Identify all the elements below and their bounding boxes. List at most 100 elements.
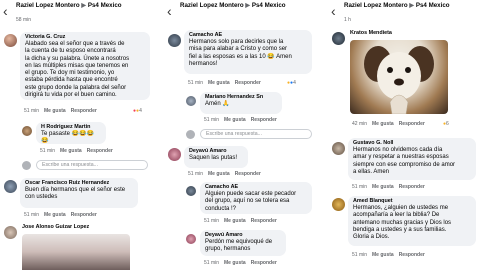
reply-button[interactable]: Responder	[251, 218, 277, 224]
comment-text: Amén 🙏	[205, 101, 230, 107]
avatar[interactable]	[168, 148, 181, 161]
avatar[interactable]	[332, 142, 345, 155]
avatar[interactable]	[332, 198, 345, 211]
comment-bubble: Mariano Hernandez Sn Amén 🙏	[200, 92, 282, 114]
comment-text: Perdón me equivoqué de grupo, hermanos	[205, 239, 273, 253]
comment-author[interactable]: Camacho AE	[205, 184, 307, 191]
comment-bubble: Deyavú Amaro Saquen las putas!	[184, 146, 248, 168]
post-author-name[interactable]: Raziel Lopez Montero ▶ Ps4 Mexico	[344, 2, 450, 9]
like-button[interactable]: Me gusta	[224, 260, 246, 266]
like-button[interactable]: Me gusta	[224, 218, 246, 224]
back-arrow-icon[interactable]: ‹	[3, 4, 8, 18]
avatar[interactable]	[4, 180, 17, 193]
comment-author[interactable]: Deyavú Amaro	[205, 232, 281, 239]
comment-author[interactable]: Amed Blanquet	[353, 198, 471, 205]
comment-bubble: Oscar Francisco Ruiz Hernandez Buen día …	[20, 178, 138, 208]
comment-bubble: Deyavú Amaro Perdón me equivoqué de grup…	[200, 230, 286, 256]
post-time: 1 h	[344, 17, 351, 23]
reaction-count[interactable]: ●6	[442, 121, 450, 127]
comment-author[interactable]: Victoria G. Cruz	[25, 34, 145, 41]
reply-button[interactable]: Responder	[399, 184, 425, 190]
comment-author[interactable]: H Rodriguez Martin	[41, 124, 101, 131]
like-button[interactable]: Me gusta	[208, 171, 230, 177]
comment-time: 42 min	[352, 121, 368, 127]
comment-text: Hermanos, ¿alguien de ustedes me acompañ…	[353, 205, 452, 241]
comment-time: 51 min	[204, 117, 220, 123]
back-arrow-icon[interactable]: ‹	[167, 4, 172, 18]
comment-time: 51 min	[204, 260, 220, 266]
comment-actions: 51 min Me gusta Responder	[188, 80, 266, 86]
comment-text: Alabado sea el señor que a través de la …	[25, 41, 130, 99]
comment-actions: 51 min Me gusta Responder	[204, 117, 282, 123]
comment-text: Saquen las putas!	[189, 155, 238, 161]
like-button[interactable]: Me gusta	[372, 184, 394, 190]
post-author-name[interactable]: Raziel Lopez Montero ▶ Ps4 Mexico	[180, 2, 286, 9]
comment-actions: 51 min Me gusta Responder	[204, 218, 282, 224]
post-header: ‹ Raziel Lopez Montero ▶ Ps4 Mexico	[164, 0, 316, 24]
reply-button[interactable]: Responder	[235, 80, 261, 86]
comment-author[interactable]: Deyavú Amaro	[189, 148, 243, 155]
reply-button[interactable]: Responder	[251, 117, 277, 123]
back-arrow-icon[interactable]: ‹	[331, 4, 336, 18]
avatar[interactable]	[332, 32, 345, 45]
comment-author[interactable]: Camacho AE	[189, 32, 307, 39]
comment-bubble: H Rodriguez Martin Te pasaste 😂😂😂😂	[36, 122, 106, 144]
comment-time: 51 min	[24, 212, 40, 218]
like-button[interactable]: Me gusta	[60, 148, 82, 154]
comment-bubble: Gustavo G. Noll Hermanos no olvidemos ca…	[348, 138, 476, 180]
comment-photo[interactable]	[350, 40, 448, 114]
comment-bubble: Camacho AE Hermanos solo para decirles q…	[184, 30, 312, 74]
avatar[interactable]	[168, 34, 181, 47]
comment-time: 51 min	[40, 148, 56, 154]
current-user-avatar	[22, 161, 31, 170]
reply-button[interactable]: Responder	[87, 148, 113, 154]
comment-text: Buen día hermanos que el señor este con …	[25, 187, 126, 201]
like-button[interactable]: Me gusta	[208, 80, 230, 86]
post-header: ‹ Raziel Lopez Montero ▶ Ps4 Mexico 1 h	[328, 0, 480, 24]
avatar[interactable]	[4, 226, 17, 239]
comment-author[interactable]: Kratos Mendieta	[350, 30, 392, 37]
avatar[interactable]	[186, 96, 196, 106]
comment-bubble: Victoria G. Cruz Alabado sea el señor qu…	[20, 32, 150, 100]
reply-button[interactable]: Responder	[399, 252, 425, 258]
like-button[interactable]: Me gusta	[224, 117, 246, 123]
comment-author[interactable]: Mariano Hernandez Sn	[205, 94, 277, 101]
reaction-count[interactable]: ●●4	[286, 80, 297, 86]
comment-time: 51 min	[352, 184, 368, 190]
panel-divider	[152, 0, 164, 270]
comment-text: Alguien puede sacar este pecador del gru…	[205, 191, 297, 212]
comment-actions: 42 min Me gusta Responder	[352, 121, 430, 127]
reply-button[interactable]: Responder	[235, 171, 261, 177]
like-button[interactable]: Me gusta	[44, 108, 66, 114]
post-author-name[interactable]: Raziel Lopez Montero ▶ Ps4 Mexico	[16, 2, 122, 9]
like-button[interactable]: Me gusta	[44, 212, 66, 218]
reaction-count[interactable]: ●●4	[132, 108, 143, 114]
comment-thread-panel-2: ‹ Raziel Lopez Montero ▶ Ps4 Mexico Cama…	[164, 0, 316, 270]
avatar[interactable]	[186, 234, 196, 244]
comment-photo[interactable]	[22, 234, 130, 270]
like-button[interactable]: Me gusta	[372, 252, 394, 258]
comment-actions: 51 min Me gusta Responder	[352, 184, 430, 190]
comment-author[interactable]: Jose Alonso Guizar Lopez	[22, 224, 89, 231]
reply-button[interactable]: Responder	[251, 260, 277, 266]
reply-input[interactable]: Escribe una respuesta...	[36, 160, 148, 170]
comment-actions: 51 min Me gusta Responder	[24, 212, 102, 218]
reply-button[interactable]: Responder	[71, 108, 97, 114]
comment-time: 51 min	[204, 218, 220, 224]
reply-input[interactable]: Escribe una respuesta...	[200, 129, 312, 139]
avatar[interactable]	[4, 34, 17, 47]
reply-button[interactable]: Responder	[71, 212, 97, 218]
comment-time: 51 min	[188, 171, 204, 177]
comment-text: Te pasaste 😂😂😂😂	[41, 131, 95, 145]
comment-time: 51 min	[352, 252, 368, 258]
comment-actions: 51 min Me gusta Responder	[204, 260, 282, 266]
avatar[interactable]	[22, 126, 32, 136]
comment-thread-panel-1: ‹ Raziel Lopez Montero ▶ Ps4 Mexico 58 m…	[0, 0, 152, 270]
comment-text: Hermanos no olvidemos cada día amar y re…	[353, 147, 456, 175]
reply-button[interactable]: Responder	[399, 121, 425, 127]
comment-bubble: Camacho AE Alguien puede sacar este peca…	[200, 182, 312, 214]
comment-author[interactable]: Gustavo G. Noll	[353, 140, 471, 147]
comment-author[interactable]: Oscar Francisco Ruiz Hernandez	[25, 180, 133, 187]
like-button[interactable]: Me gusta	[372, 121, 394, 127]
avatar[interactable]	[186, 186, 196, 196]
